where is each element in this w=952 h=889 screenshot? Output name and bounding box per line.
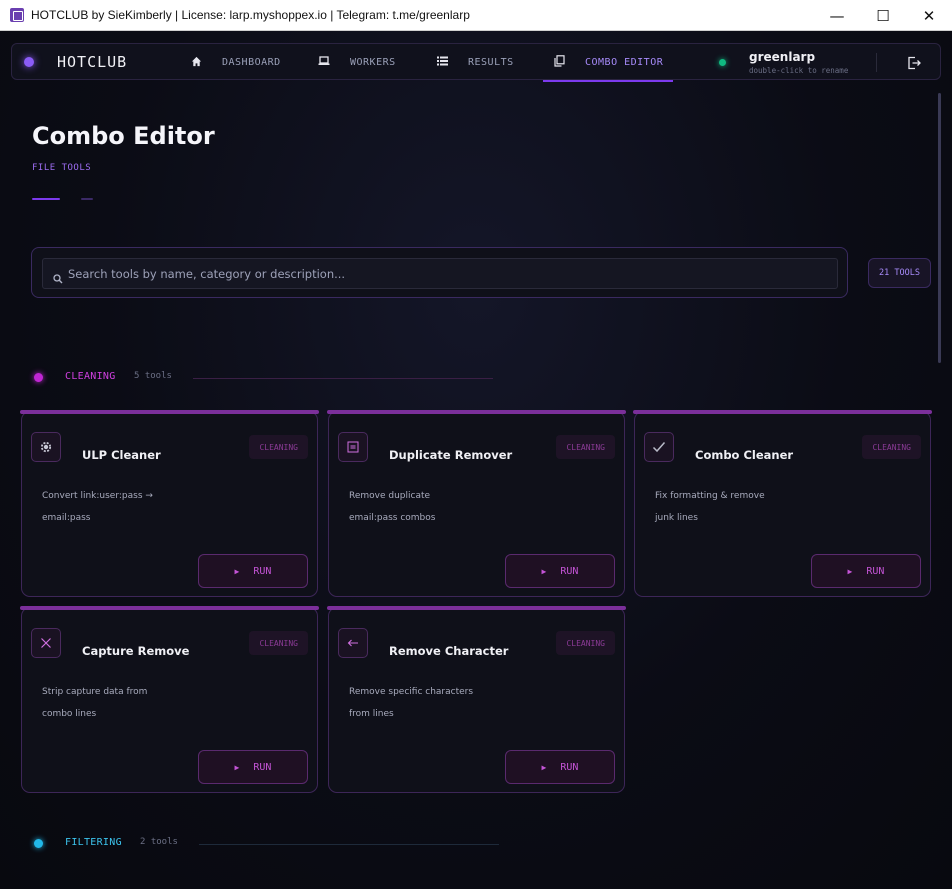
tool-card-ulp-cleaner: ULP Cleaner CLEANING Convert link:user:p…: [20, 410, 319, 597]
nav-divider: [876, 53, 877, 72]
tool-card-remove-character: Remove Character CLEANING Remove specifi…: [327, 606, 626, 793]
x-icon: [31, 628, 61, 658]
run-button[interactable]: ▶ RUN: [198, 554, 308, 588]
run-button[interactable]: ▶ RUN: [505, 750, 615, 784]
section-name: CLEANING: [65, 371, 116, 382]
section-count: 5 tools: [134, 371, 172, 381]
logout-icon[interactable]: [907, 55, 921, 70]
play-icon: ▶: [541, 566, 547, 576]
nav-label-dashboard: DASHBOARD: [222, 57, 281, 68]
nav-label-combo-editor: COMBO EDITOR: [585, 57, 664, 68]
run-button[interactable]: ▶ RUN: [811, 554, 921, 588]
category-tag: CLEANING: [556, 435, 615, 459]
play-icon: ▶: [234, 566, 240, 576]
accent-divider: [32, 198, 60, 200]
card-description: Remove duplicate email:pass combos: [349, 485, 579, 529]
username[interactable]: greenlarp: [749, 50, 815, 64]
nav-label-results: RESULTS: [468, 57, 514, 68]
section-name: FILTERING: [65, 837, 122, 848]
page-subtitle: FILE TOOLS: [32, 163, 92, 173]
section-dot: [34, 373, 43, 382]
arrow-left-icon: [338, 628, 368, 658]
section-header-filtering: FILTERING 2 tools: [0, 834, 520, 854]
description-line: combo lines: [42, 709, 97, 719]
description-line: email:pass combos: [349, 513, 436, 523]
scrollbar[interactable]: [938, 93, 941, 363]
run-label: RUN: [560, 761, 579, 773]
top-navbar: HOTCLUB DASHBOARD WORKERS RESULTS COMBO …: [11, 43, 941, 82]
card-description: Fix formatting & remove junk lines: [655, 485, 885, 529]
category-tag: CLEANING: [556, 631, 615, 655]
window-controls: — ☐ ✕: [814, 0, 952, 31]
run-label: RUN: [866, 565, 885, 577]
play-icon: ▶: [234, 762, 240, 772]
laptop-icon: [318, 56, 330, 69]
duplicate-icon: [338, 432, 368, 462]
maximize-button[interactable]: ☐: [860, 0, 906, 31]
app-content: HOTCLUB DASHBOARD WORKERS RESULTS COMBO …: [0, 31, 952, 889]
gear-icon: [31, 432, 61, 462]
app-logo-icon: [10, 8, 24, 22]
card-title: Remove Character: [389, 644, 509, 658]
nav-item-combo-editor[interactable]: COMBO EDITOR: [543, 44, 674, 82]
description-line: from lines: [349, 709, 394, 719]
brand-name: HOTCLUB: [57, 53, 128, 71]
tool-count-badge: 21 TOOLS: [868, 258, 931, 288]
tool-card-duplicate-remover: Duplicate Remover CLEANING Remove duplic…: [327, 410, 626, 597]
user-status-dot: [719, 59, 726, 66]
card-description: Remove specific characters from lines: [349, 681, 579, 725]
category-tag: CLEANING: [862, 435, 921, 459]
accent-divider-secondary: [81, 198, 93, 200]
card-description: Strip capture data from combo lines: [42, 681, 272, 725]
card-title: Capture Remove: [82, 644, 190, 658]
nav-item-dashboard[interactable]: DASHBOARD: [190, 44, 281, 81]
section-header-cleaning: CLEANING 5 tools: [0, 368, 520, 388]
run-label: RUN: [560, 565, 579, 577]
card-description: Convert link:user:pass → email:pass: [42, 485, 272, 529]
tool-card-combo-cleaner: Combo Cleaner CLEANING Fix formatting & …: [633, 410, 932, 597]
search-icon: [53, 269, 63, 283]
card-title: Duplicate Remover: [389, 448, 513, 462]
card-title: Combo Cleaner: [695, 448, 794, 462]
play-icon: ▶: [541, 762, 547, 772]
username-hint: double-click to rename: [749, 66, 849, 75]
description-line: junk lines: [655, 513, 698, 523]
run-button[interactable]: ▶ RUN: [198, 750, 308, 784]
nav-item-workers[interactable]: WORKERS: [318, 44, 396, 81]
search-box: [42, 258, 838, 289]
minimize-button[interactable]: —: [814, 0, 860, 31]
description-line: Remove specific characters: [349, 687, 474, 697]
run-button[interactable]: ▶ RUN: [505, 554, 615, 588]
check-icon: [644, 432, 674, 462]
description-line: Strip capture data from: [42, 687, 148, 697]
description-line: Convert link:user:pass →: [42, 491, 153, 501]
section-count: 2 tools: [140, 837, 178, 847]
search-input[interactable]: [68, 266, 837, 281]
page-title: Combo Editor: [32, 122, 215, 150]
window-title: HOTCLUB by SieKimberly | License: larp.m…: [31, 8, 470, 22]
description-line: Remove duplicate: [349, 491, 431, 501]
nav-item-results[interactable]: RESULTS: [436, 44, 514, 81]
category-tag: CLEANING: [249, 435, 308, 459]
run-label: RUN: [253, 565, 272, 577]
list-icon: [436, 56, 448, 69]
section-divider: [193, 378, 493, 379]
description-line: email:pass: [42, 513, 91, 523]
window-titlebar: HOTCLUB by SieKimberly | License: larp.m…: [0, 0, 952, 31]
brand-status-dot: [24, 57, 34, 67]
section-divider: [199, 844, 499, 845]
run-label: RUN: [253, 761, 272, 773]
section-dot: [34, 839, 43, 848]
card-title: ULP Cleaner: [82, 448, 161, 462]
search-panel: [31, 247, 848, 298]
category-tag: CLEANING: [249, 631, 308, 655]
copy-icon: [553, 55, 565, 70]
play-icon: ▶: [847, 566, 853, 576]
tool-card-capture-remove: Capture Remove CLEANING Strip capture da…: [20, 606, 319, 793]
description-line: Fix formatting & remove: [655, 491, 765, 501]
close-button[interactable]: ✕: [906, 0, 952, 31]
home-icon: [190, 56, 202, 70]
nav-label-workers: WORKERS: [350, 57, 396, 68]
